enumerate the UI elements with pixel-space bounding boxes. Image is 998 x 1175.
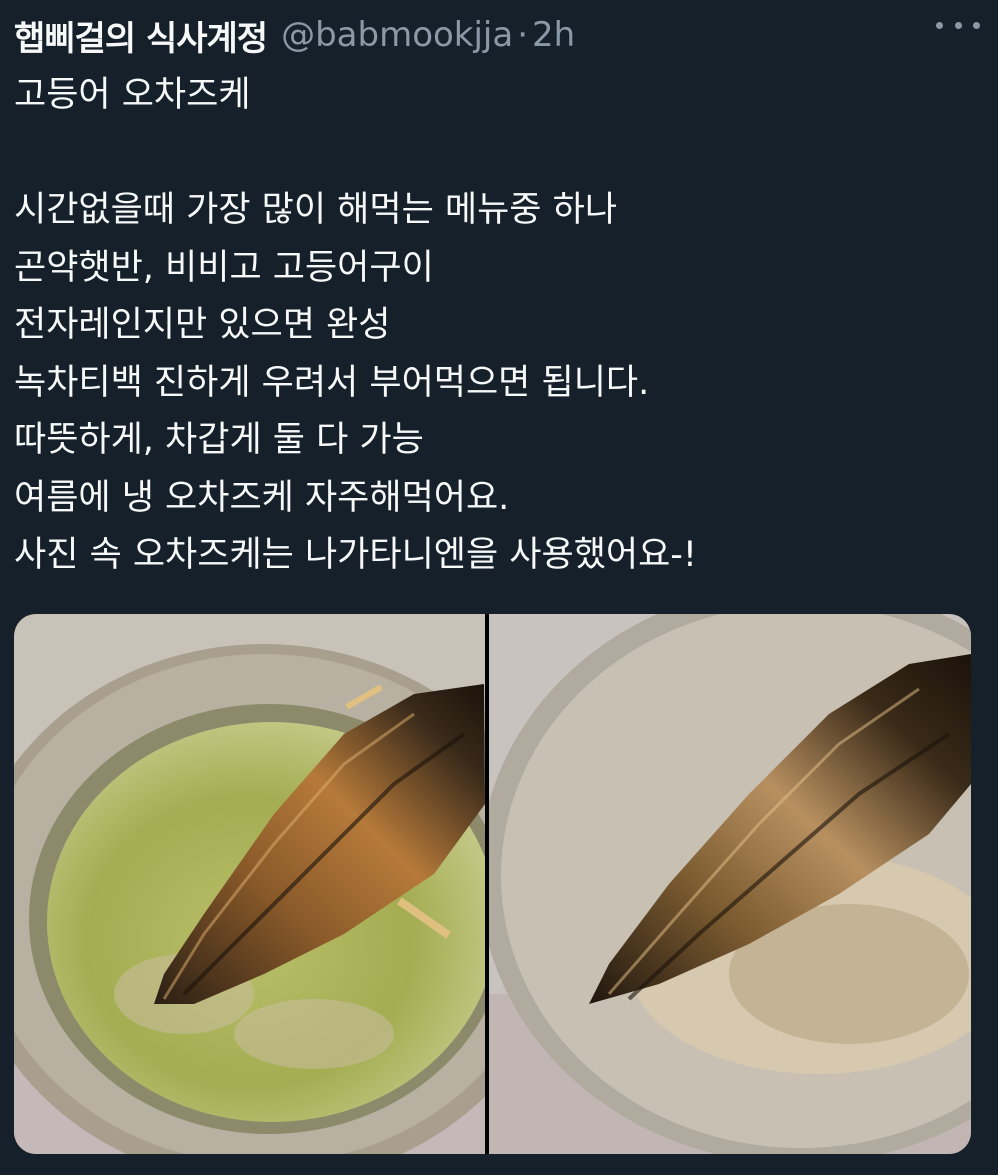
separator-dot: · <box>517 15 529 55</box>
more-horizontal-icon[interactable] <box>936 10 980 40</box>
tweet-line: 따뜻하게, 차갑게 둘 다 가능 <box>14 420 424 460</box>
photo-ochazuke-plain[interactable] <box>489 614 971 1154</box>
timestamp[interactable]: 2h <box>532 15 575 55</box>
photo-ochazuke-with-tea[interactable] <box>14 614 485 1154</box>
tweet-line <box>14 125 974 183</box>
tweet-text: 고등어 오차즈케 시간없을때 가장 많이 해먹는 메뉴중 하나 곤약햇반, 비비… <box>14 67 974 585</box>
tweet-line: 사진 속 오차즈케는 나가타니엔을 사용했어요-! <box>14 535 697 575</box>
tweet-media-grid <box>14 614 971 1154</box>
user-handle[interactable]: @babmookjja <box>281 15 513 55</box>
tweet-line: 시간없을때 가장 많이 해먹는 메뉴중 하나 <box>14 190 618 230</box>
tweet-line: 고등어 오차즈케 <box>14 75 251 115</box>
tweet-header: 햅삐걸의 식사계정 @babmookjja · 2h <box>14 10 984 60</box>
tweet-line: 녹차티백 진하게 우려서 부어먹으면 됩니다. <box>14 362 650 403</box>
tweet-line: 전자레인지만 있으면 완성 <box>14 305 391 345</box>
tweet-line: 곤약햇반, 비비고 고등어구이 <box>14 247 434 288</box>
tweet-line: 여름에 냉 오차즈케 자주해먹어요. <box>14 477 510 518</box>
display-name[interactable]: 햅삐걸의 식사계정 <box>14 11 268 60</box>
